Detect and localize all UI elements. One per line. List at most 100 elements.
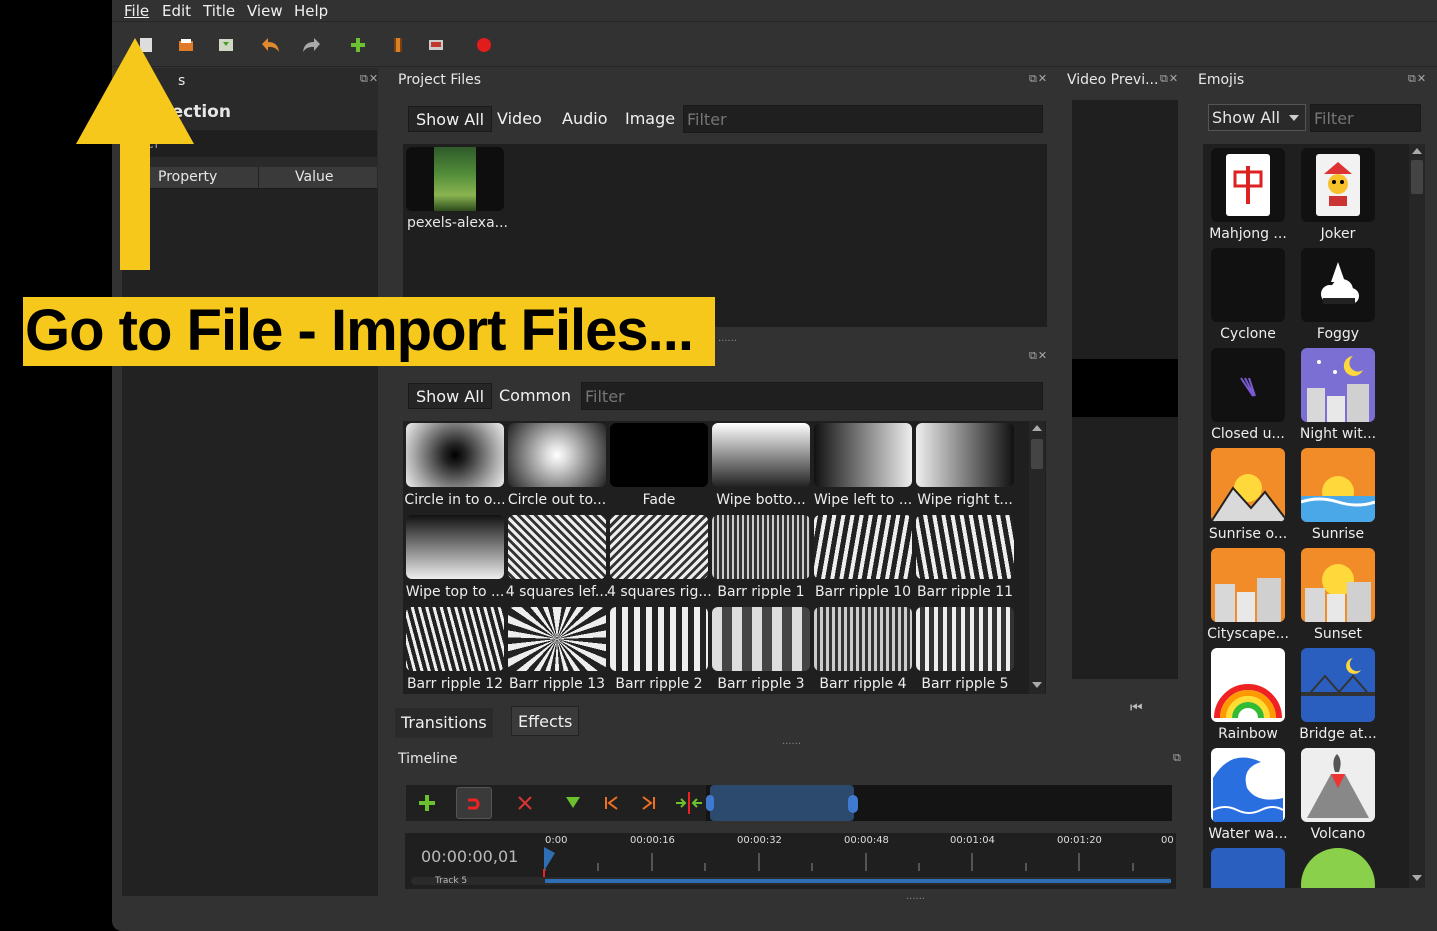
transition-thumb[interactable] — [814, 607, 912, 671]
menu-help[interactable]: Help — [294, 2, 328, 20]
menu-view[interactable]: View — [247, 2, 283, 20]
night-with-stars-icon[interactable] — [1301, 348, 1375, 422]
water-wave-icon[interactable] — [1211, 748, 1285, 822]
scroll-down-icon[interactable] — [1032, 682, 1042, 688]
export-video-icon[interactable] — [472, 33, 496, 57]
up-arrow-icon — [76, 38, 194, 270]
column-value[interactable]: Value — [295, 169, 333, 185]
transition-thumb[interactable] — [712, 423, 810, 487]
track-clip-bar[interactable] — [545, 879, 1171, 883]
fullscreen-icon[interactable] — [424, 33, 448, 57]
snap-toggle[interactable] — [456, 787, 492, 819]
transition-thumb[interactable] — [508, 515, 606, 579]
redo-icon[interactable] — [300, 33, 324, 57]
razor-icon[interactable] — [516, 794, 534, 816]
transition-thumb[interactable] — [508, 423, 606, 487]
transition-thumb[interactable] — [406, 607, 504, 671]
transition-thumb[interactable] — [916, 423, 1014, 487]
scroll-down-icon[interactable] — [1412, 875, 1422, 881]
cyclone-icon[interactable] — [1211, 248, 1285, 322]
undo-icon[interactable] — [258, 33, 282, 57]
dock-controls[interactable]: ⧉✕ — [1029, 349, 1048, 363]
cityscape-icon[interactable] — [1211, 548, 1285, 622]
emoji-filter[interactable] — [1310, 104, 1421, 132]
globe-icon[interactable] — [1301, 848, 1375, 888]
transition-thumb[interactable] — [508, 607, 606, 671]
previous-marker-icon[interactable] — [602, 794, 620, 816]
tab-transitions[interactable]: Transitions — [395, 708, 493, 738]
rainbow-icon[interactable] — [1211, 648, 1285, 722]
jump-start-icon[interactable]: ⏮ — [1130, 700, 1143, 716]
zoom-window[interactable] — [710, 785, 854, 821]
emoji-category-dropdown[interactable]: Show All — [1208, 104, 1306, 131]
sunset-icon[interactable] — [1301, 548, 1375, 622]
center-playhead-icon[interactable] — [674, 792, 704, 818]
splitter-handle[interactable]: ...... — [782, 736, 801, 747]
emoji-label: Night wit... — [1299, 426, 1377, 442]
import-files-icon[interactable] — [346, 33, 370, 57]
transition-label: Wipe right t... — [917, 492, 1013, 508]
dock-controls[interactable]: ⧉✕ — [1029, 72, 1048, 86]
mahjong-icon[interactable] — [1211, 148, 1285, 222]
joker-icon[interactable] — [1301, 148, 1375, 222]
scroll-thumb[interactable] — [1031, 439, 1043, 469]
transition-thumb[interactable] — [916, 607, 1014, 671]
splitter-handle[interactable]: ...... — [906, 891, 925, 902]
menu-title[interactable]: Title — [203, 2, 235, 20]
filter-audio[interactable]: Audio — [555, 106, 614, 132]
filter-common[interactable]: Common — [492, 383, 578, 409]
project-files-filter[interactable] — [683, 105, 1043, 133]
bridge-at-night-icon[interactable] — [1301, 648, 1375, 722]
add-track-icon[interactable] — [418, 794, 436, 812]
dock-controls[interactable]: ⧉✕ — [1408, 72, 1427, 86]
track-row[interactable]: Track 5 — [411, 876, 1171, 886]
transition-thumb[interactable] — [916, 515, 1014, 579]
menu-file[interactable]: File — [124, 2, 149, 20]
openshot-window: File Edit Title View Help s ⧉✕ Selection… — [112, 0, 1437, 931]
transition-thumb[interactable] — [610, 515, 708, 579]
filter-show-all[interactable]: Show All — [408, 383, 493, 409]
transition-thumb[interactable] — [814, 423, 912, 487]
foggy-icon[interactable] — [1301, 248, 1375, 322]
transition-thumb[interactable] — [610, 607, 708, 671]
transition-label: Barr ripple 10 — [814, 584, 912, 600]
filter-show-all[interactable]: Show All — [408, 106, 493, 132]
sunrise-over-mountains-icon[interactable] — [1211, 448, 1285, 522]
transitions-filter[interactable] — [581, 382, 1043, 410]
transition-thumb[interactable] — [712, 607, 810, 671]
filter-video[interactable]: Video — [490, 106, 549, 132]
scroll-up-icon[interactable] — [1032, 425, 1042, 431]
tab-effects[interactable]: Effects — [511, 706, 580, 736]
scroll-up-icon[interactable] — [1412, 148, 1422, 154]
closed-umbrella-icon[interactable] — [1211, 348, 1285, 422]
dock-controls[interactable]: ⧉✕ — [360, 72, 379, 86]
dock-controls[interactable]: ⧉✕ — [1160, 72, 1179, 86]
transition-thumb[interactable] — [610, 423, 708, 487]
filter-image[interactable]: Image — [618, 106, 682, 132]
transition-thumb[interactable] — [712, 515, 810, 579]
ruler-label: 00:01:04 — [950, 835, 995, 846]
sunrise-icon[interactable] — [1301, 448, 1375, 522]
splitter-handle[interactable]: ...... — [718, 333, 737, 344]
transition-thumb[interactable] — [406, 423, 504, 487]
emoji-label: Bridge at... — [1299, 726, 1377, 742]
dropdown-value: Show All — [1212, 108, 1281, 127]
volcano-icon[interactable] — [1301, 748, 1375, 822]
milky-way-icon[interactable] — [1211, 848, 1285, 888]
timeline-zoom-bar[interactable] — [706, 785, 1172, 821]
save-project-icon[interactable] — [214, 33, 238, 57]
zoom-handle-left[interactable] — [706, 795, 714, 811]
emoji-scrollbar[interactable] — [1409, 144, 1425, 888]
transition-thumb[interactable] — [406, 515, 504, 579]
add-marker-icon[interactable] — [564, 794, 582, 816]
profile-icon[interactable] — [386, 33, 410, 57]
zoom-handle-right[interactable] — [848, 795, 858, 813]
file-item[interactable] — [406, 147, 504, 211]
dock-controls[interactable]: ⧉ — [1173, 751, 1182, 765]
transitions-scrollbar[interactable] — [1029, 421, 1045, 694]
project-files-title: Project Files — [398, 72, 482, 88]
menu-edit[interactable]: Edit — [162, 2, 191, 20]
next-marker-icon[interactable] — [640, 794, 658, 816]
scroll-thumb[interactable] — [1411, 160, 1423, 194]
transition-thumb[interactable] — [814, 515, 912, 579]
